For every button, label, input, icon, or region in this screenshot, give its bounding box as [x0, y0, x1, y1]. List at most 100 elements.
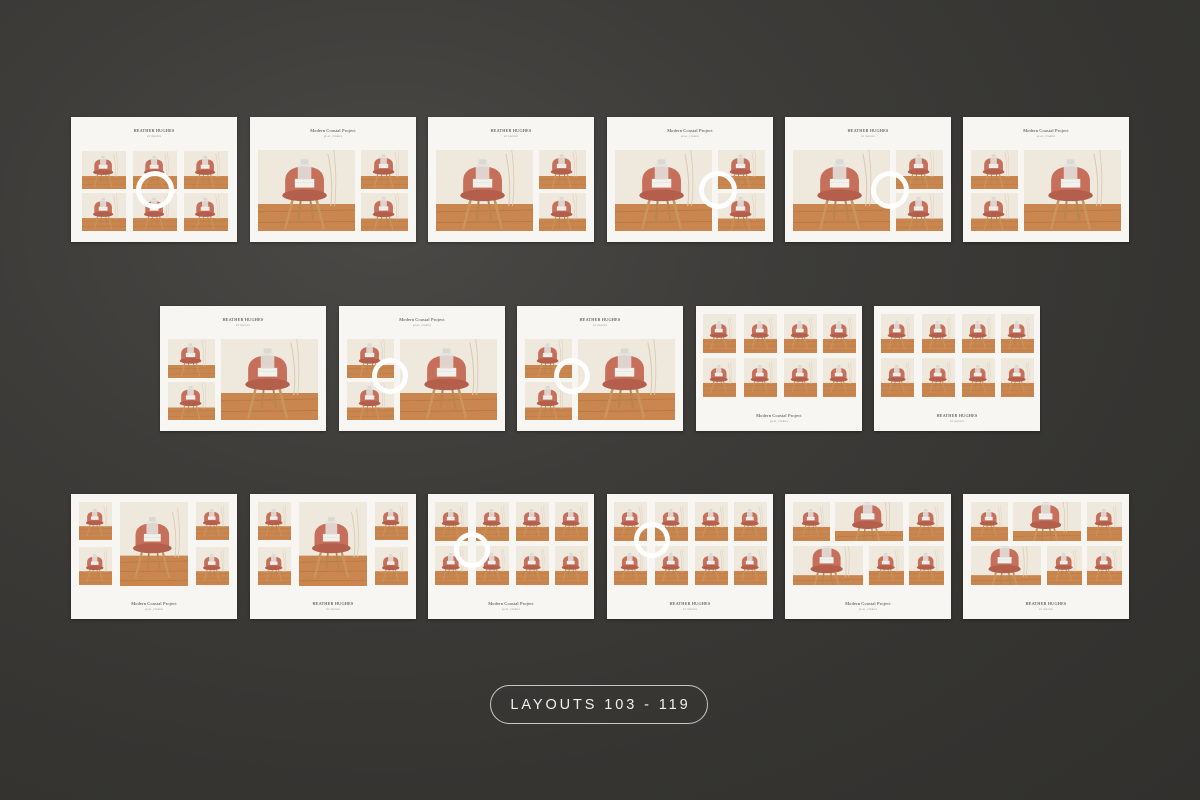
- chair-photo: [962, 358, 995, 397]
- layout-page-118: Modern Coastal Project @ALL_STORIES: [785, 494, 951, 619]
- chair-photo: [196, 547, 229, 585]
- page-subtitle: BY HUGHES: [683, 609, 697, 611]
- page-subtitle: BY HUGHES: [950, 421, 964, 423]
- page-title: Modern Coastal Project: [845, 601, 891, 606]
- layout-page-103: HEATHER HUGHES BY HUGHES: [71, 117, 237, 242]
- chair-photo: [744, 358, 777, 397]
- chair-photo: [168, 339, 215, 378]
- layouts-range-label: LAYOUTS 103 - 119: [510, 696, 691, 713]
- chair-photo: [695, 502, 728, 541]
- page-title: Modern Coastal Project: [1023, 128, 1069, 133]
- page-subtitle: @ALL_STORIES: [323, 136, 343, 138]
- page-title: HEATHER HUGHES: [133, 128, 175, 133]
- layout-page-115: HEATHER HUGHES BY HUGHES: [250, 494, 416, 619]
- chair-photo: [1024, 150, 1121, 231]
- page-subtitle: @ALL_STORIES: [501, 609, 521, 611]
- page-subtitle: BY HUGHES: [147, 136, 161, 138]
- chair-photo: [744, 314, 777, 353]
- page-subtitle: BY HUGHES: [504, 136, 518, 138]
- page-title: HEATHER HUGHES: [669, 601, 711, 606]
- chair-photo: [881, 358, 914, 397]
- chair-photo: [375, 502, 408, 540]
- page-title: Modern Coastal Project: [399, 317, 445, 322]
- chair-photo: [258, 547, 291, 585]
- page-subtitle: BY HUGHES: [861, 136, 875, 138]
- chair-photo: [1001, 314, 1034, 353]
- layout-page-104: Modern Coastal Project @ALL_STORIES: [250, 117, 416, 242]
- layout-page-114: Modern Coastal Project @ALL_STORIES: [71, 494, 237, 619]
- page-title: HEATHER HUGHES: [222, 317, 264, 322]
- chair-photo: [962, 314, 995, 353]
- chair-photo: [361, 150, 408, 189]
- chair-photo: [555, 546, 588, 585]
- page-title: Modern Coastal Project: [756, 413, 802, 418]
- chair-photo: [555, 502, 588, 541]
- chair-photo: [784, 358, 817, 397]
- layout-page-106: Modern Coastal Project @ALL_STORIES: [607, 117, 773, 242]
- chair-photo: [971, 546, 1041, 585]
- chair-photo: [703, 358, 736, 397]
- page-title: HEATHER HUGHES: [1025, 601, 1067, 606]
- chair-photo: [436, 150, 533, 231]
- chair-photo: [703, 314, 736, 353]
- page-title: HEATHER HUGHES: [312, 601, 354, 606]
- circle-frame: [699, 171, 737, 209]
- layout-grid: HEATHER HUGHES BY HUGHES Modern Coastal Pr…: [0, 0, 1200, 800]
- chair-photo: [793, 546, 863, 585]
- chair-photo: [82, 193, 126, 231]
- chair-photo: [869, 546, 904, 585]
- layout-page-105: HEATHER HUGHES BY HUGHES: [428, 117, 594, 242]
- chair-photo: [909, 502, 944, 541]
- layout-page-112: Modern Coastal Project @ALL_STORIES: [696, 306, 862, 431]
- chair-photo: [971, 193, 1018, 231]
- chair-photo: [361, 193, 408, 231]
- chair-photo: [79, 547, 112, 585]
- page-subtitle: BY HUGHES: [326, 609, 340, 611]
- layout-page-116: Modern Coastal Project @ALL_STORIES: [428, 494, 594, 619]
- circle-frame: [871, 171, 909, 209]
- page-subtitle: BY HUGHES: [1039, 609, 1053, 611]
- page-subtitle: @ALL_STORIES: [412, 325, 432, 327]
- page-title: HEATHER HUGHES: [847, 128, 889, 133]
- page-subtitle: @ALL_STORIES: [144, 609, 164, 611]
- chair-photo: [184, 151, 228, 189]
- page-title: HEATHER HUGHES: [490, 128, 532, 133]
- chair-photo: [1087, 502, 1122, 541]
- chair-photo: [823, 358, 856, 397]
- chair-photo: [615, 150, 712, 231]
- layout-page-117: HEATHER HUGHES BY HUGHES: [607, 494, 773, 619]
- page-subtitle: @ALL_STORIES: [1036, 136, 1056, 138]
- layout-page-108: Modern Coastal Project @ALL_STORIES: [963, 117, 1129, 242]
- chair-photo: [1001, 358, 1034, 397]
- layout-page-110: Modern Coastal Project @ALL_STORIES: [339, 306, 505, 431]
- chair-photo: [120, 502, 188, 586]
- page-title: Modern Coastal Project: [667, 128, 713, 133]
- page-subtitle: @ALL_STORIES: [680, 136, 700, 138]
- layout-page-119: HEATHER HUGHES BY HUGHES: [963, 494, 1129, 619]
- page-subtitle: @ALL_STORIES: [858, 609, 878, 611]
- chair-photo: [734, 502, 767, 541]
- chair-photo: [1087, 546, 1122, 585]
- chair-photo: [971, 502, 1008, 541]
- circle-frame: [136, 171, 174, 209]
- chair-photo: [835, 502, 903, 541]
- circle-frame: [372, 358, 408, 394]
- chair-photo: [221, 339, 318, 420]
- chair-photo: [539, 193, 586, 231]
- page-subtitle: BY HUGHES: [236, 325, 250, 327]
- chair-photo: [922, 314, 955, 353]
- page-title: Modern Coastal Project: [131, 601, 177, 606]
- chair-photo: [909, 546, 944, 585]
- chair-photo: [823, 314, 856, 353]
- chair-photo: [1013, 502, 1081, 541]
- chair-photo: [516, 502, 549, 541]
- chair-photo: [1047, 546, 1082, 585]
- layouts-range-badge: LAYOUTS 103 - 119: [490, 685, 708, 724]
- chair-photo: [299, 502, 367, 586]
- layout-page-107: HEATHER HUGHES BY HUGHES: [785, 117, 951, 242]
- layout-page-113: HEATHER HUGHES BY HUGHES: [874, 306, 1040, 431]
- chair-photo: [79, 502, 112, 540]
- chair-photo: [400, 339, 497, 420]
- chair-photo: [196, 502, 229, 540]
- page-title: HEATHER HUGHES: [579, 317, 621, 322]
